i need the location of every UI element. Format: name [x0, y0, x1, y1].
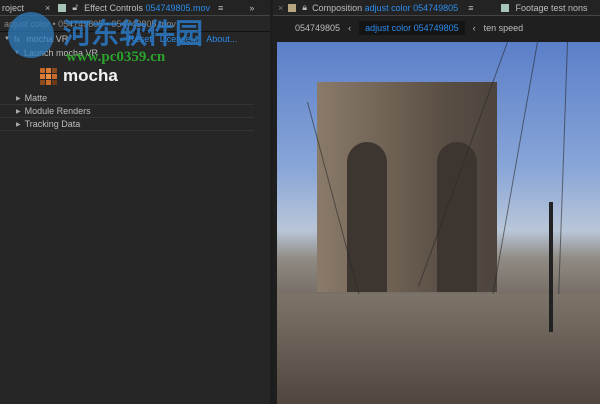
group-label: Matte: [24, 93, 48, 103]
chevron-left-icon: ‹: [348, 23, 352, 33]
group-tracking-data[interactable]: ▶ Tracking Data: [0, 118, 254, 131]
expand-icon[interactable]: »: [249, 3, 254, 13]
effect-header: ▼ fx mocha VR Reset License... About...: [0, 32, 270, 46]
collapse-triangle-icon[interactable]: ▼: [14, 50, 20, 56]
group-module-renders[interactable]: ▶ Module Renders: [0, 105, 254, 118]
lock-icon[interactable]: 🔒︎: [302, 2, 307, 13]
effect-name: mocha VR: [26, 34, 69, 44]
mocha-grid-icon: [40, 67, 57, 85]
tab-composition[interactable]: Composition adjust color 054749805: [312, 3, 458, 13]
composition-panel: 054749805 ‹ adjust color 054749805 ‹ ten…: [273, 16, 600, 404]
swatch-icon: [288, 3, 297, 12]
group-matte[interactable]: ▶ Matte: [0, 92, 254, 105]
nav-item[interactable]: ten speed: [484, 23, 524, 33]
tab-comp-name: adjust color 054749805: [364, 2, 459, 13]
launch-mocha-button[interactable]: Launch mocha VR: [24, 48, 98, 58]
collapse-triangle-icon[interactable]: ▼: [4, 36, 10, 42]
mocha-logo[interactable]: mocha: [40, 66, 118, 86]
lamp-post: [549, 202, 553, 332]
bridge-tower: [317, 82, 497, 292]
group-label: Module Renders: [24, 106, 91, 116]
left-tab-bar: roject × 🔓︎ Effect Controls 054749805.mo…: [0, 0, 270, 16]
effect-fx-toggle[interactable]: fx: [14, 35, 20, 44]
close-icon[interactable]: ×: [278, 3, 283, 13]
expand-triangle-icon[interactable]: ▶: [16, 121, 21, 128]
tab-project[interactable]: roject: [0, 3, 45, 13]
tab-file: 054749805.mov: [145, 2, 211, 13]
tab-label: Effect Controls: [84, 2, 143, 13]
license-button[interactable]: License...: [160, 34, 199, 44]
lock-icon[interactable]: 🔓︎: [72, 2, 78, 13]
group-label: Tracking Data: [24, 119, 81, 129]
mocha-wordmark: mocha: [63, 66, 118, 85]
menu-icon[interactable]: ≡: [218, 3, 223, 13]
about-button[interactable]: About...: [206, 34, 237, 44]
nav-item[interactable]: 054749805: [295, 23, 340, 33]
composition-viewer[interactable]: [277, 42, 600, 404]
expand-triangle-icon[interactable]: ▶: [16, 108, 21, 115]
right-tab-bar: × 🔒︎ Composition adjust color 054749805 …: [273, 0, 600, 16]
close-icon[interactable]: ×: [45, 3, 50, 13]
effect-controls-panel: adjust color • 054749805 • 054749805.mov…: [0, 16, 270, 404]
nav-item-active[interactable]: adjust color 054749805: [359, 21, 465, 35]
expand-triangle-icon[interactable]: ▶: [16, 95, 21, 102]
chevron-left-icon: ‹: [472, 23, 476, 33]
swatch-icon: [58, 3, 67, 12]
reset-button[interactable]: Reset: [128, 34, 152, 44]
tab-label: Composition: [312, 2, 363, 13]
menu-icon[interactable]: ≡: [468, 3, 473, 13]
tab-footage[interactable]: Footage test nons: [515, 3, 587, 13]
tab-effect-controls[interactable]: Effect Controls 054749805.mov: [84, 3, 210, 13]
launch-row: ▼ Launch mocha VR: [0, 46, 270, 59]
comp-navigator: 054749805 ‹ adjust color 054749805 ‹ ten…: [273, 18, 600, 38]
breadcrumb: adjust color • 054749805 • 054749805.mov: [0, 16, 270, 32]
swatch-icon: [501, 3, 510, 12]
